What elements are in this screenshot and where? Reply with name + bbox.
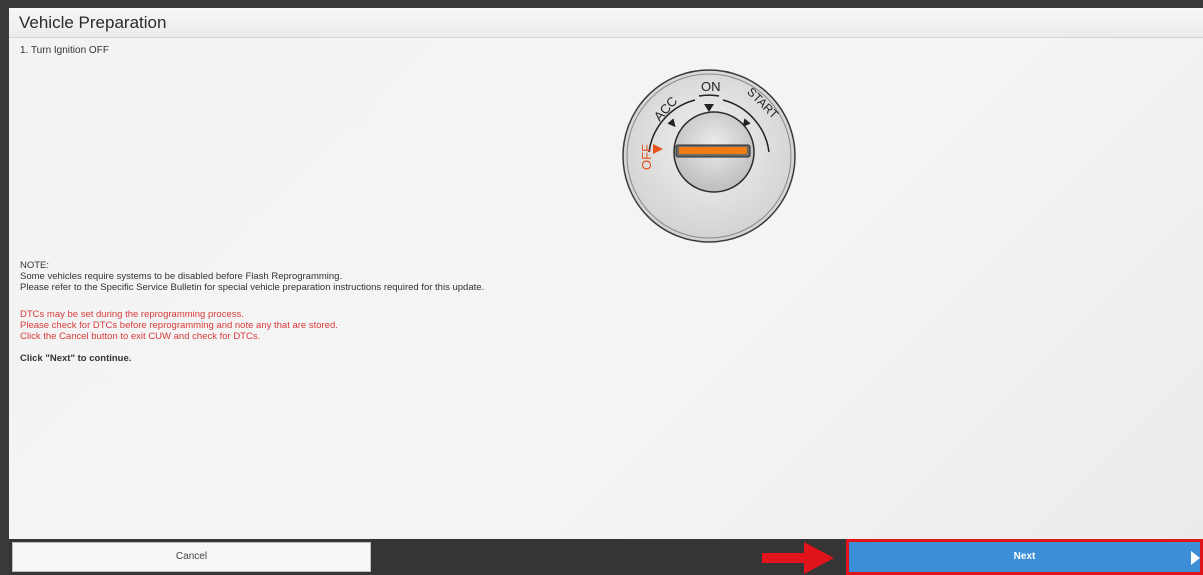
dtc-warning-line: DTCs may be set during the reprogramming…: [20, 309, 244, 320]
note-line: Please refer to the Specific Service Bul…: [20, 282, 485, 293]
notes-block: NOTE: Some vehicles require systems to b…: [20, 260, 484, 364]
red-arrow-icon: [762, 542, 834, 574]
note-heading: NOTE:: [20, 260, 50, 271]
dtc-warning-line: Click the Cancel button to exit CUW and …: [20, 331, 261, 342]
off-label: OFF: [639, 144, 654, 170]
next-button[interactable]: Next: [846, 539, 1203, 575]
note-line: Some vehicles require systems to be disa…: [20, 271, 343, 282]
page-header: Vehicle Preparation: [9, 8, 1203, 38]
play-arrow-icon: [1191, 551, 1200, 565]
dtc-warning-line: Please check for DTCs before reprogrammi…: [20, 320, 338, 331]
on-label: ON: [701, 79, 721, 94]
main-content: Vehicle Preparation 1. Turn Ignition OFF…: [9, 8, 1203, 539]
next-button-label: Next: [1013, 551, 1036, 562]
step-instruction: 1. Turn Ignition OFF: [20, 45, 109, 56]
page-title: Vehicle Preparation: [19, 13, 167, 32]
footer-bar: Cancel Next: [9, 539, 1203, 575]
key-slot: [679, 147, 747, 154]
ignition-switch-illustration: ACC ON START OFF: [622, 69, 796, 243]
continue-instruction: Click "Next" to continue.: [20, 353, 132, 364]
cancel-button[interactable]: Cancel: [12, 542, 371, 572]
